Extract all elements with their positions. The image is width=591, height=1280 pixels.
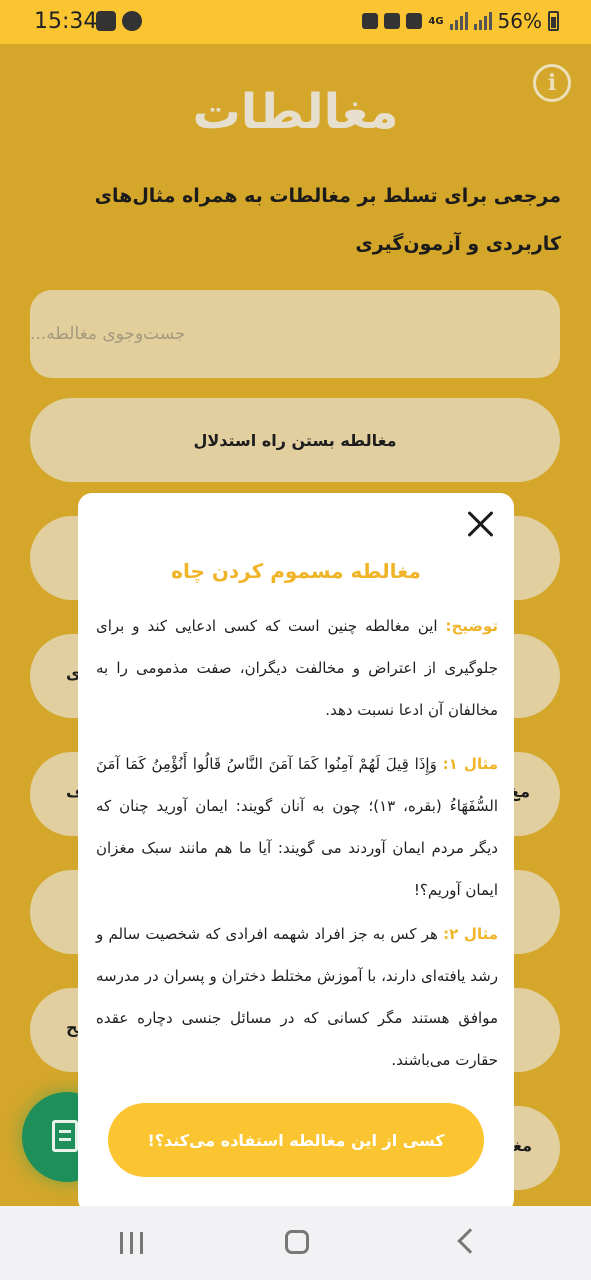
who-uses-fallacy-button[interactable]: کسی از این مغالطه استفاده می‌کند؟! [108, 1103, 484, 1177]
app-subtitle: مرجعی برای تسلط بر مغالطات به همراه مثال… [94, 185, 561, 255]
close-icon[interactable] [466, 509, 496, 539]
status-bar: 15:34 4G 56% [0, 0, 591, 44]
example-2-text: هر کس به جز افراد شهمه افرادی که شخصیت س… [96, 925, 498, 1069]
signal-2-icon [473, 12, 492, 30]
battery-icon [548, 11, 559, 31]
recents-icon[interactable] [120, 1232, 146, 1254]
dialog-title: مغالطه مسموم کردن چاه [171, 559, 421, 583]
battery-percent: 56% [497, 9, 542, 33]
example-1-paragraph: مثال ۱: وَإِذَا قِيلَ لَهُمْ آمِنُوا كَم… [96, 743, 498, 911]
mute-icon [384, 13, 401, 29]
notification-icons [96, 11, 142, 31]
alarm-icon [362, 13, 379, 29]
example-1-label: مثال ۱: [442, 755, 498, 773]
back-icon[interactable] [455, 1226, 477, 1256]
hotspot-icon [406, 13, 423, 29]
example-2-paragraph: مثال ۲: هر کس به جز افراد شهمه افرادی که… [96, 913, 498, 1081]
explanation-paragraph: توضیح: این مغالطه چنین است که کسی ادعایی… [96, 605, 498, 731]
system-nav-bar [0, 1206, 591, 1280]
example-1-text: وَإِذَا قِيلَ لَهُمْ آمِنُوا كَمَا آمَنَ… [96, 755, 498, 899]
chat-notification-icon [122, 11, 142, 31]
signal-icon [449, 12, 468, 30]
dialog-body: توضیح: این مغالطه چنین است که کسی ادعایی… [96, 605, 498, 1083]
fallacy-list-item[interactable]: مغالطه بستن راه استدلال [30, 398, 560, 482]
status-time: 15:34 [34, 9, 98, 34]
example-2-label: مثال ۲: [443, 925, 498, 943]
explanation-label: توضیح: [445, 617, 498, 635]
network-type-label: 4G [428, 15, 444, 27]
search-input[interactable]: جست‌وجوی مغالطه... [30, 290, 560, 378]
explanation-text: این مغالطه چنین است که کسی ادعایی کند و … [96, 617, 498, 719]
home-icon[interactable] [285, 1230, 309, 1254]
app-logo: مغالطات [192, 84, 399, 140]
status-indicators: 4G 56% [362, 9, 559, 33]
document-icon [52, 1120, 78, 1152]
fallacy-detail-dialog: مغالطه مسموم کردن چاه توضیح: این مغالطه … [78, 493, 514, 1213]
gallery-notification-icon [96, 11, 116, 31]
